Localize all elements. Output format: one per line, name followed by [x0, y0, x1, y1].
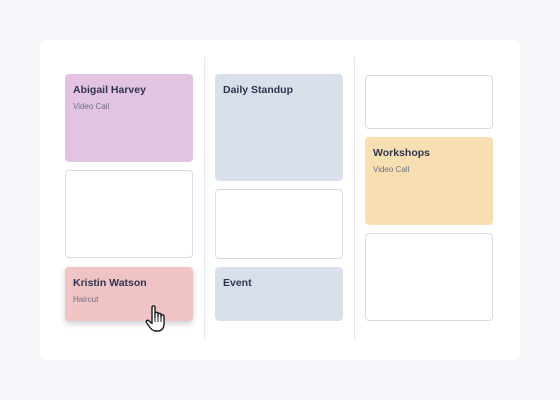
empty-slot[interactable] [215, 189, 343, 259]
column-divider [204, 57, 205, 340]
event-card-title: Event [223, 277, 252, 289]
empty-slot[interactable] [365, 75, 493, 129]
event-card-kristin-watson[interactable]: Kristin Watson Haircut [65, 267, 193, 321]
event-card-daily-standup[interactable]: Daily Standup [215, 74, 343, 181]
event-card-title: Daily Standup [223, 84, 294, 96]
empty-slot[interactable] [365, 233, 493, 321]
event-card-event[interactable]: Event [215, 267, 343, 321]
event-card-workshops[interactable]: Workshops Video Call [365, 137, 493, 225]
empty-slot[interactable] [65, 170, 193, 258]
event-card-subtitle: Video Call [73, 102, 110, 111]
event-card-title: Workshops [373, 147, 430, 159]
event-card-title: Kristin Watson [73, 277, 147, 289]
event-card-abigail-harvey[interactable]: Abigail Harvey Video Call [65, 74, 193, 162]
hand-pointer-icon [144, 304, 172, 334]
event-card-title: Abigail Harvey [73, 84, 146, 96]
column-divider [354, 57, 355, 340]
event-card-subtitle: Video Call [373, 165, 410, 174]
schedule-board: Abigail Harvey Video Call Kristin Watson… [40, 40, 520, 360]
